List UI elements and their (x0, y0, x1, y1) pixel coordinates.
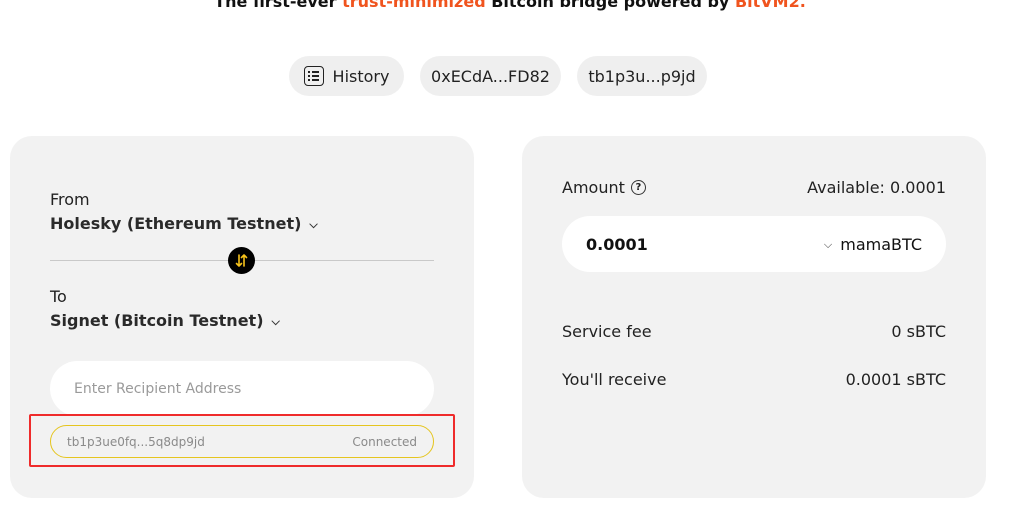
available-balance: Available: 0.0001 (807, 178, 946, 197)
service-fee-value: 0 sBTC (891, 322, 946, 341)
token-name: mamaBTC (840, 234, 922, 254)
recipient-address-input[interactable] (50, 361, 434, 416)
from-network-name: Holesky (Ethereum Testnet) (50, 214, 302, 233)
history-label: History (332, 66, 390, 86)
amount-label: Amount (562, 178, 625, 197)
tagline-text-1: The first-ever (214, 0, 343, 11)
tagline-highlight-bitvm: BitVM2. (734, 0, 806, 11)
service-fee-row: Service fee 0 sBTC (562, 322, 946, 341)
chevron-down-icon: ⌵ (823, 238, 833, 251)
from-network-select[interactable]: Holesky (Ethereum Testnet) ⌵ (50, 214, 318, 233)
swap-direction-button[interactable] (228, 247, 255, 274)
chevron-down-icon: ⌵ (309, 217, 318, 231)
history-button[interactable]: History (289, 56, 404, 96)
amount-input-value[interactable]: 0.0001 (586, 235, 648, 254)
amount-card: Amount ? Available: 0.0001 0.0001 ⌵ mama… (522, 136, 986, 498)
btc-wallet-address: tb1p3u...p9jd (588, 66, 696, 86)
chevron-down-icon: ⌵ (271, 314, 280, 328)
connected-address: tb1p3ue0fq...5q8dp9jd (67, 434, 205, 449)
connected-wallet-field[interactable]: tb1p3ue0fq...5q8dp9jd Connected (50, 425, 434, 458)
receive-label: You'll receive (562, 370, 667, 389)
btc-wallet-button[interactable]: tb1p3u...p9jd (577, 56, 707, 96)
evm-wallet-address: 0xECdA...FD82 (431, 66, 550, 86)
tagline-text-2: Bitcoin bridge powered by (485, 0, 735, 11)
to-network-select[interactable]: Signet (Bitcoin Testnet) ⌵ (50, 311, 280, 330)
evm-wallet-button[interactable]: 0xECdA...FD82 (420, 56, 561, 96)
amount-input-box[interactable]: 0.0001 ⌵ mamaBTC (562, 216, 946, 272)
history-icon (303, 66, 324, 86)
connected-status: Connected (352, 434, 417, 449)
from-label: From (50, 190, 90, 209)
token-select[interactable]: ⌵ mamaBTC (824, 235, 922, 254)
service-fee-label: Service fee (562, 322, 652, 341)
tagline: The first-ever trust-minimized Bitcoin b… (0, 0, 1020, 14)
receive-value: 0.0001 sBTC (845, 370, 946, 389)
bridge-direction-card: From Holesky (Ethereum Testnet) ⌵ To Sig… (10, 136, 474, 498)
to-label: To (50, 287, 67, 306)
swap-arrows-icon (235, 254, 248, 267)
receive-row: You'll receive 0.0001 sBTC (562, 370, 946, 389)
help-icon[interactable]: ? (630, 180, 646, 195)
to-network-name: Signet (Bitcoin Testnet) (50, 311, 264, 330)
amount-label-group: Amount ? (562, 178, 646, 197)
tagline-highlight-trust: trust-minimized (342, 0, 486, 11)
